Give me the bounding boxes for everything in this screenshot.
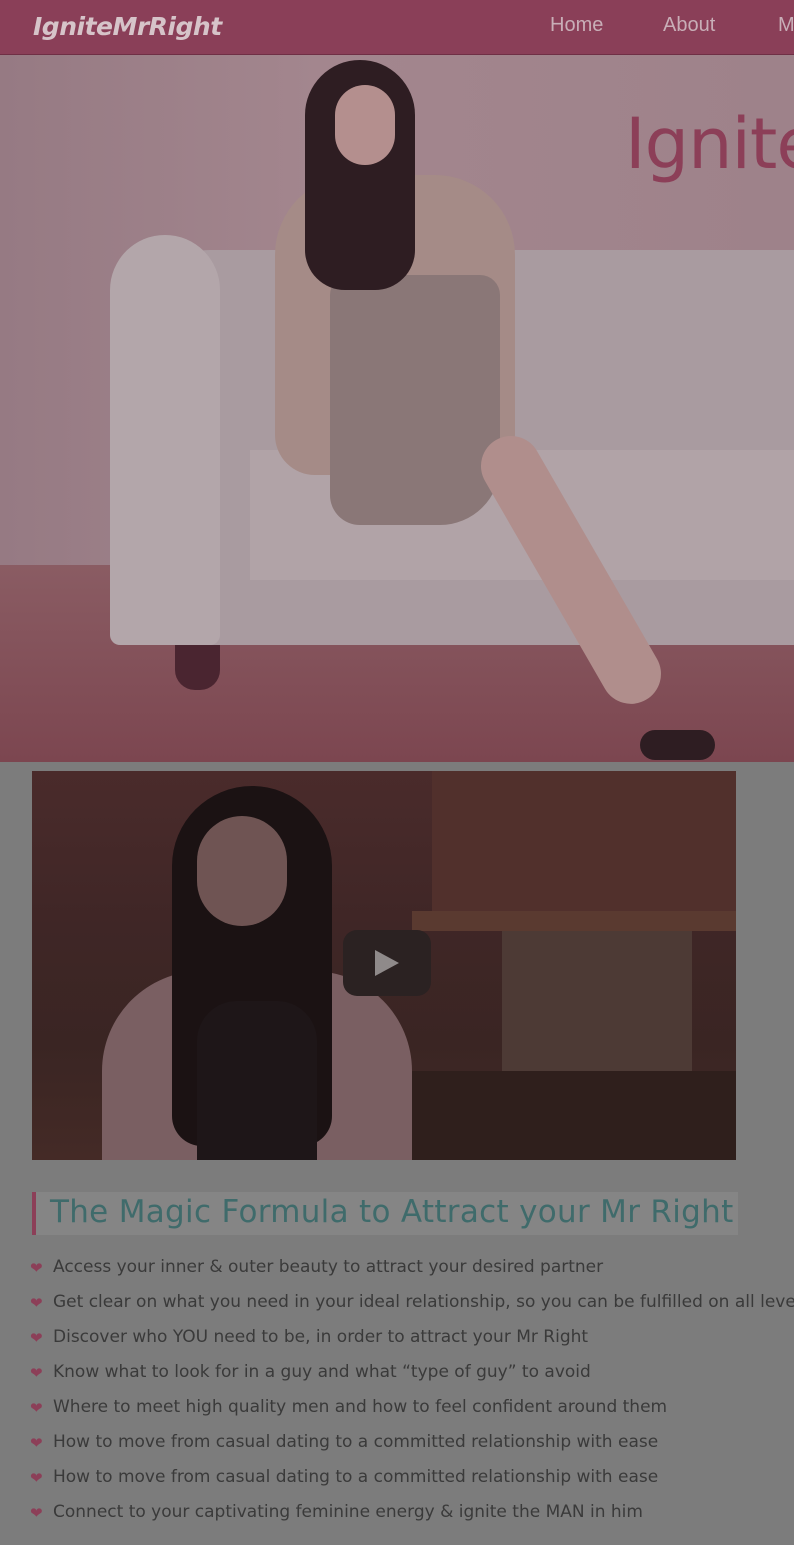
video-background-bar <box>412 911 736 931</box>
list-item: ❤ Access your inner & outer beauty to att… <box>30 1255 790 1290</box>
nav-link-truncated[interactable]: M <box>778 14 794 37</box>
play-button[interactable] <box>343 930 431 996</box>
section-title: The Magic Formula to Attract your Mr Rig… <box>50 1194 734 1230</box>
list-item: ❤ How to move from casual dating to a com… <box>30 1430 790 1465</box>
heart-icon: ❤ <box>30 1434 43 1452</box>
heart-icon: ❤ <box>30 1469 43 1487</box>
heart-icon: ❤ <box>30 1329 43 1347</box>
list-item: ❤ Where to meet high quality men and how … <box>30 1395 790 1430</box>
nav-link-home[interactable]: Home <box>550 14 603 37</box>
play-icon <box>375 950 399 976</box>
hero-banner: Ignite <box>0 55 794 762</box>
video-person-face <box>197 816 287 926</box>
hero-heading: Ignite <box>625 103 794 185</box>
list-item: ❤ How to move from casual dating to a com… <box>30 1465 790 1500</box>
video-person-top <box>197 1001 317 1160</box>
site-logo[interactable]: IgniteMrRight <box>33 12 222 41</box>
heart-icon: ❤ <box>30 1259 43 1277</box>
hero-person-shoe <box>640 730 715 760</box>
hero-person-face <box>335 85 395 165</box>
section-heading-box: The Magic Formula to Attract your Mr Rig… <box>32 1192 738 1235</box>
hero-person-dress <box>330 275 500 525</box>
video-player[interactable] <box>32 771 736 1160</box>
list-item: ❤ Know what to look for in a guy and what… <box>30 1360 790 1395</box>
hero-sofa-leg <box>175 645 220 690</box>
video-background-wall <box>432 771 736 921</box>
heart-icon: ❤ <box>30 1399 43 1417</box>
list-item: ❤ Discover who YOU need to be, in order t… <box>30 1325 790 1360</box>
nav-link-about[interactable]: About <box>663 14 715 37</box>
list-item: ❤ Get clear on what you need in your idea… <box>30 1290 794 1325</box>
top-navbar: IgniteMrRight Home About M <box>0 0 794 55</box>
hero-sofa-arm <box>110 235 220 645</box>
heart-icon: ❤ <box>30 1364 43 1382</box>
heart-icon: ❤ <box>30 1294 43 1312</box>
heart-icon: ❤ <box>30 1504 43 1522</box>
benefits-list: ❤ Access your inner & outer beauty to att… <box>30 1255 794 1535</box>
list-item: ❤ Connect to your captivating feminine en… <box>30 1500 790 1535</box>
